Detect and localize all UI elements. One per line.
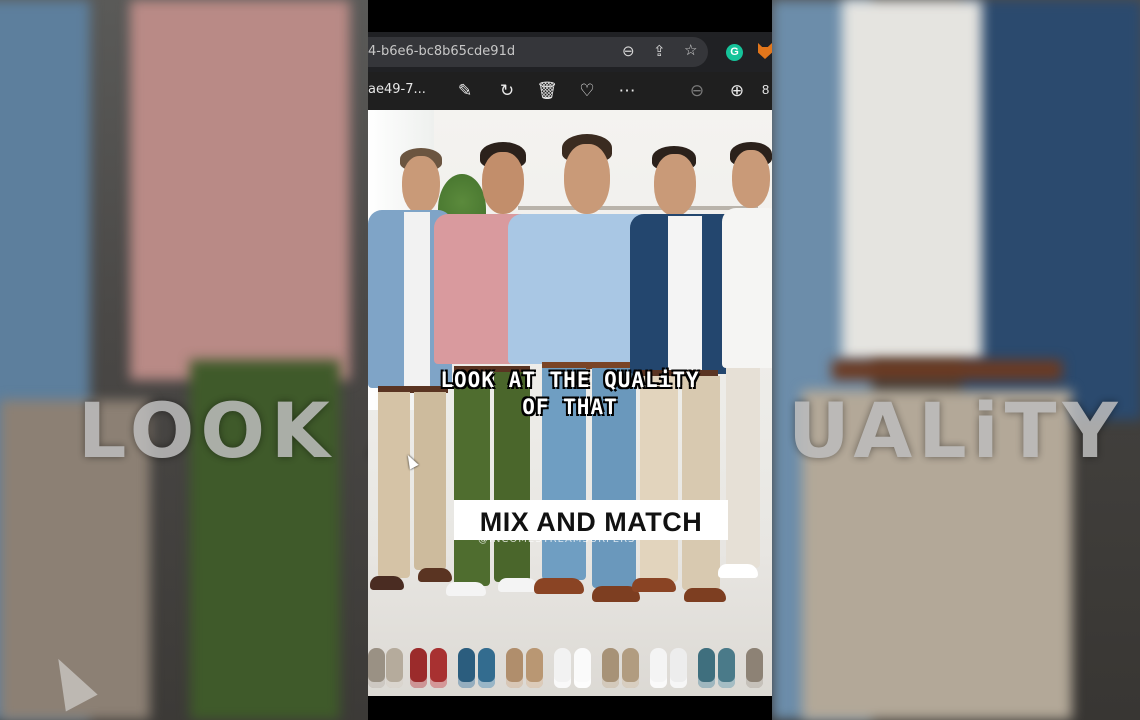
zoom-out-icon[interactable]: ⊖: [622, 43, 635, 61]
blurred-belt-shape: [832, 360, 1062, 380]
more-options-icon[interactable]: ⋯: [614, 78, 640, 104]
viewer-zoom-out-icon[interactable]: ⊖: [684, 78, 710, 104]
shoe-display-row: [368, 638, 772, 692]
grammarly-extension-icon[interactable]: G: [726, 44, 743, 61]
file-name: ae49-7...: [368, 82, 426, 97]
bookmark-star-icon[interactable]: ☆: [684, 42, 697, 60]
blurred-background-left: LOOK A: [0, 0, 368, 720]
blurred-caption-left: LOOK A: [78, 386, 368, 475]
blurred-pink-shirt-shape: [130, 0, 350, 380]
blurred-white-shirt-shape: [842, 0, 982, 360]
blurred-background-right: UALiTY: [772, 0, 1140, 720]
favorite-heart-icon[interactable]: ♡: [574, 78, 600, 104]
metamask-extension-icon[interactable]: [758, 43, 772, 59]
caption-line-1: LOOK AT THE QUALiTY: [440, 368, 700, 392]
video-frame[interactable]: 4-b6e6-bc8b65cde91d ⊖ ⇪ ☆ G ae49-7... ✎ …: [368, 0, 772, 720]
blurred-navy-blazer-shape: [962, 0, 1140, 420]
share-icon[interactable]: ⇪: [653, 43, 666, 61]
image-viewer-toolbar: ae49-7... ✎ ↻ 🗑 ♡ ⋯ ⊖ ⊕ 8: [368, 72, 772, 110]
clothing-rack: [518, 206, 758, 210]
delete-icon[interactable]: 🗑: [534, 78, 560, 104]
browser-address-bar: 4-b6e6-bc8b65cde91d ⊖ ⇪ ☆ G: [368, 32, 772, 72]
blurred-caption-right: UALiTY: [788, 386, 1124, 475]
url-text: 4-b6e6-bc8b65cde91d: [368, 44, 516, 59]
viewer-zoom-in-icon[interactable]: ⊕: [724, 78, 750, 104]
zoom-level: 8: [762, 82, 770, 97]
url-field[interactable]: 4-b6e6-bc8b65cde91d ⊖ ⇪ ☆: [368, 37, 708, 67]
channel-watermark: @INCOMESTREAMSURFERS: [478, 534, 636, 545]
caption-line-2: OF THAT: [522, 395, 618, 419]
rotate-icon[interactable]: ↻: [494, 78, 520, 104]
fashion-photo: LOOK AT THE QUALiTY OF THAT MIX AND MATC…: [368, 110, 772, 696]
edit-image-icon[interactable]: ✎: [452, 78, 478, 104]
